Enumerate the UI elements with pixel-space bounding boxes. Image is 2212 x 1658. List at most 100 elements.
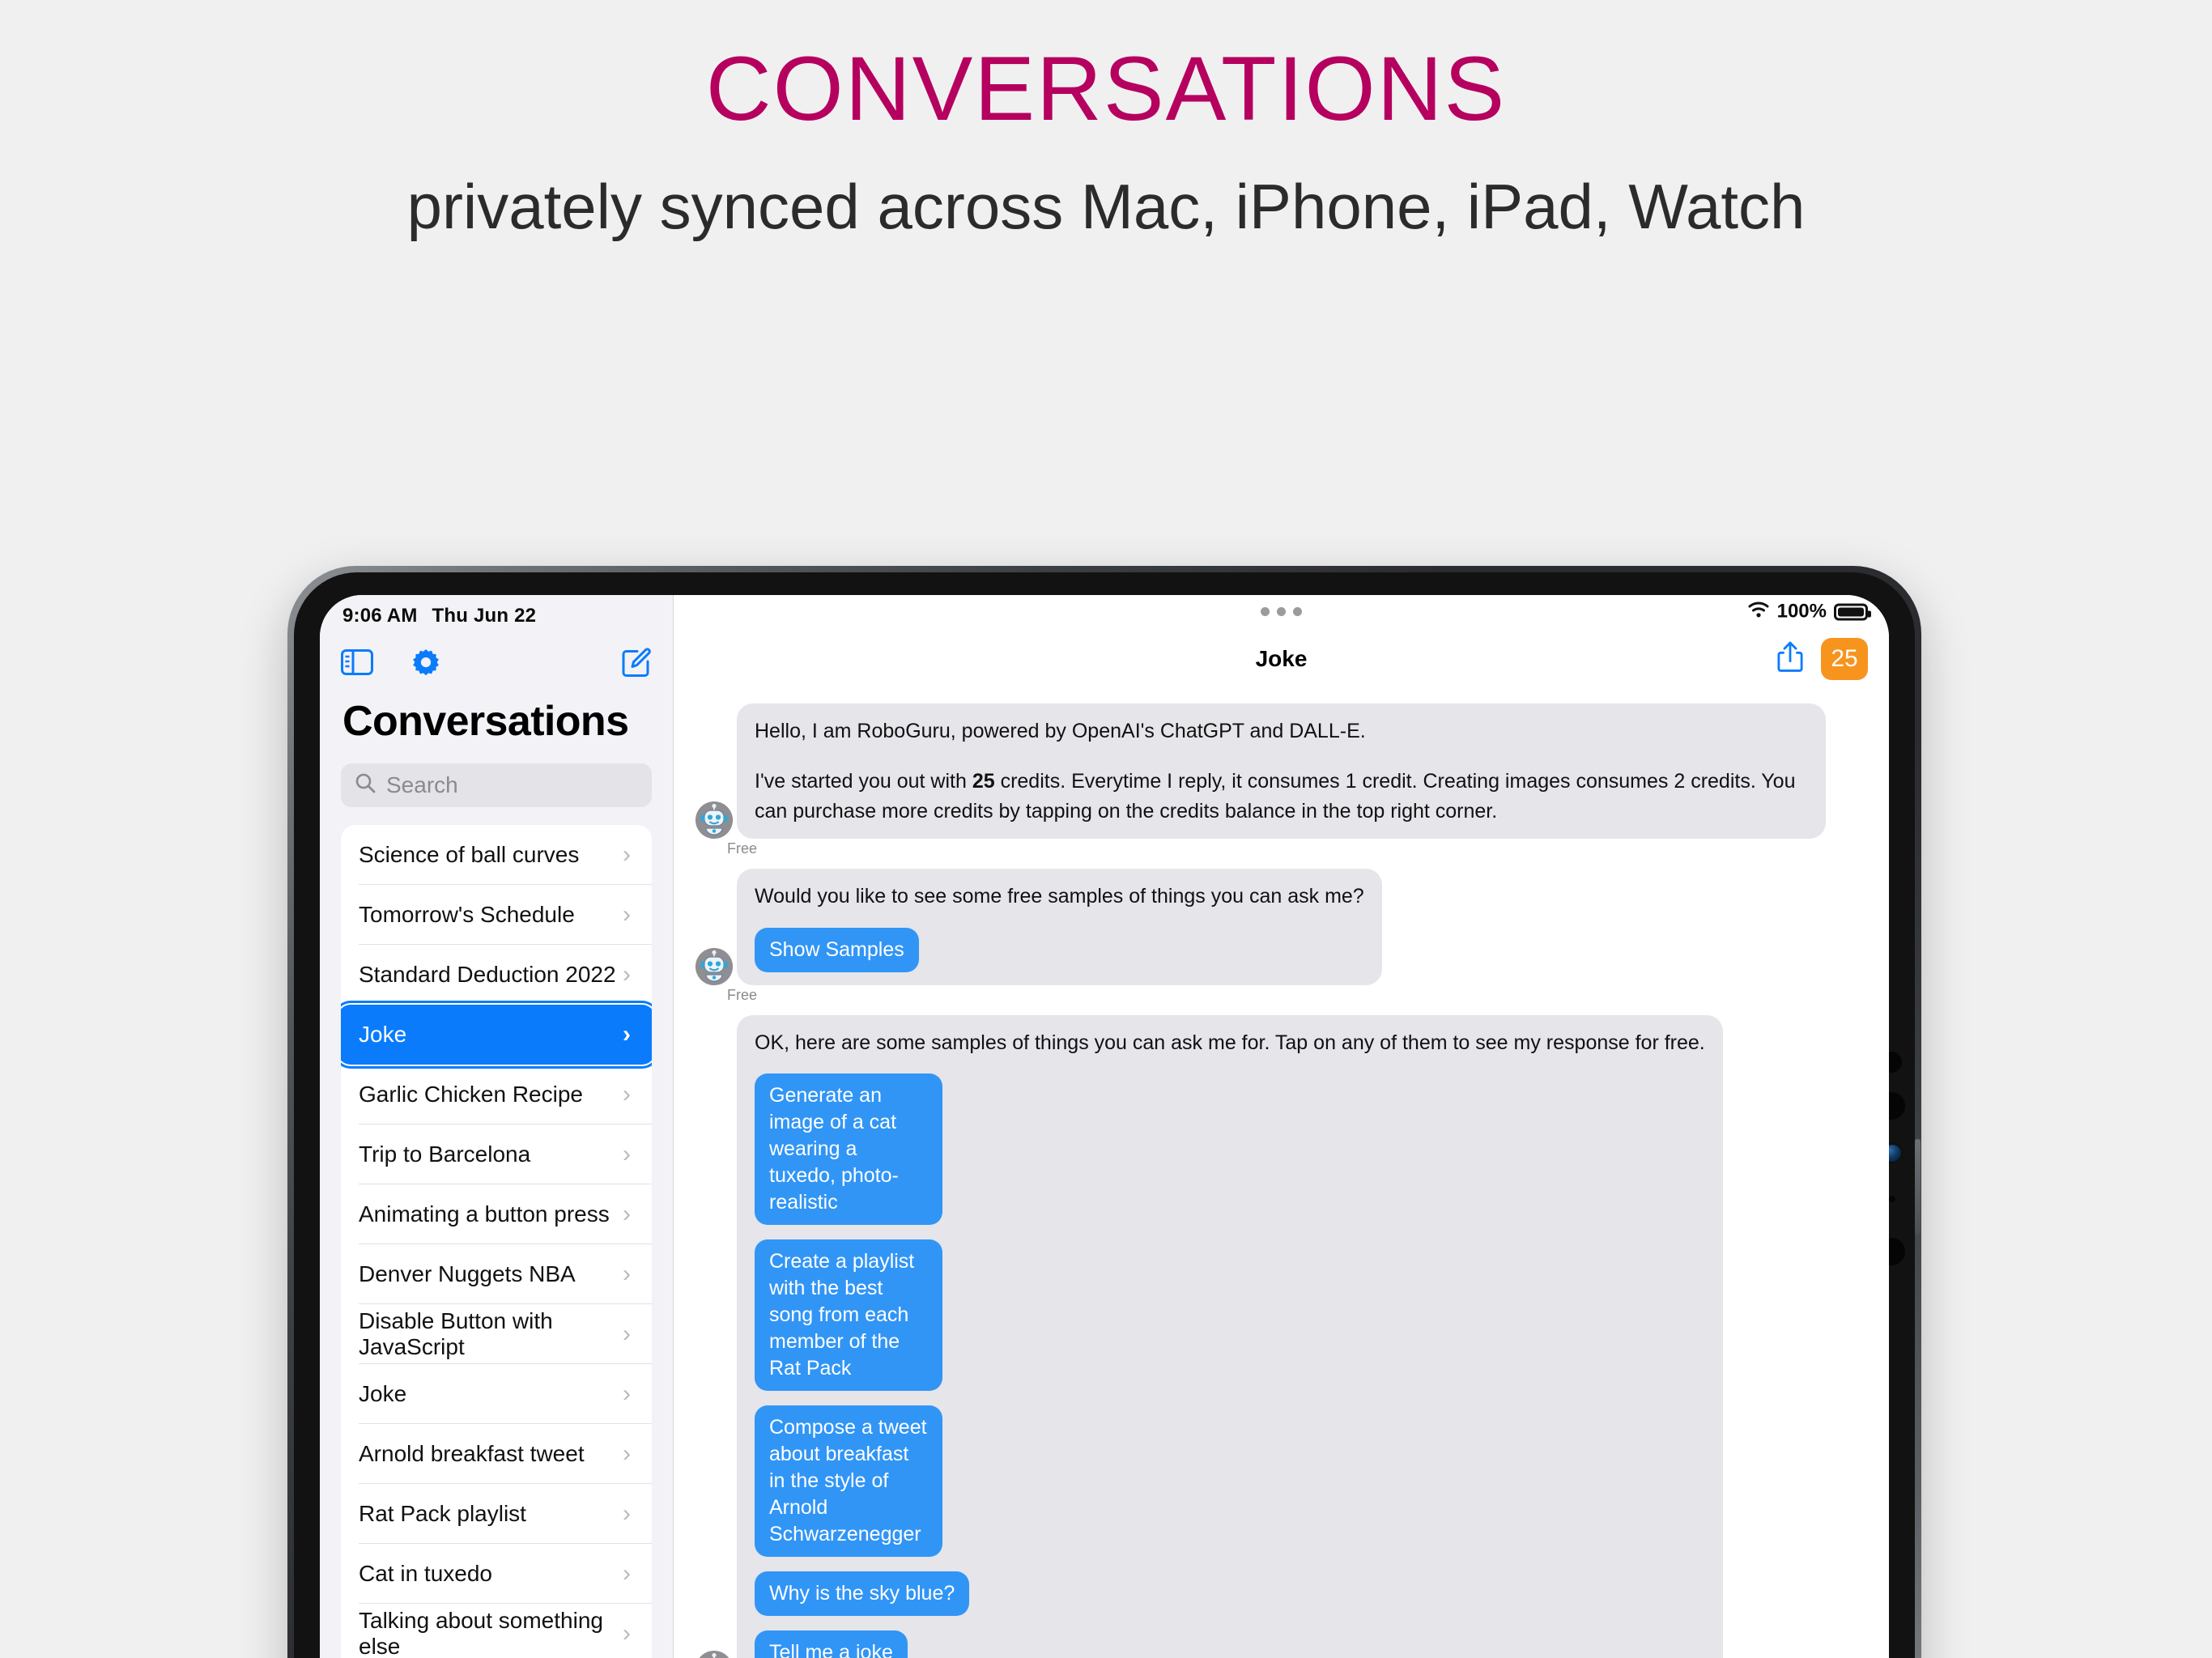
message-group-incoming: Would you like to see some free samples …: [674, 869, 1889, 1004]
conversation-list-item[interactable]: Animating a button press ›: [341, 1184, 652, 1244]
chevron-right-icon: ›: [623, 900, 631, 928]
chevron-right-icon: ›: [623, 1080, 631, 1107]
suggestion-chip-list: Show Samples: [755, 912, 1364, 972]
ipad-screen: 9:06 AM Thu Jun 22 Conversations Search …: [320, 594, 1889, 1658]
conversation-list-item[interactable]: Joke ›: [341, 1007, 652, 1061]
sidebar-title: Conversations: [342, 697, 629, 745]
chevron-right-icon: ›: [623, 840, 631, 868]
suggestion-chip[interactable]: Compose a tweet about breakfast in the s…: [755, 1405, 942, 1558]
chevron-right-icon: ›: [623, 1020, 631, 1048]
battery-percent: 100%: [1776, 600, 1827, 623]
message-group-incoming: Hello, I am RoboGuru, powered by OpenAI'…: [674, 703, 1889, 858]
ipad-bezel: 9:06 AM Thu Jun 22 Conversations Search …: [294, 572, 1921, 1658]
credits-badge[interactable]: 25: [1821, 637, 1868, 680]
conversation-list-item[interactable]: Garlic Chicken Recipe ›: [341, 1065, 652, 1124]
conversation-item-label: Standard Deduction 2022: [359, 961, 616, 987]
message-row-incoming: Would you like to see some free samples …: [674, 869, 1889, 985]
ipad-device-frame: 9:06 AM Thu Jun 22 Conversations Search …: [287, 565, 1921, 1658]
suggestion-chip[interactable]: Why is the sky blue?: [755, 1571, 970, 1617]
conversation-item-label: Garlic Chicken Recipe: [359, 1081, 583, 1107]
avatar-column: [691, 1651, 737, 1658]
conversation-item-label: Talking about something else: [359, 1607, 603, 1658]
message-row-incoming: OK, here are some samples of things you …: [674, 1014, 1889, 1658]
conversation-item-label: Trip to Barcelona: [359, 1141, 531, 1167]
chevron-right-icon: ›: [623, 1499, 631, 1527]
chevron-right-icon: ›: [623, 1140, 631, 1167]
avatar-column: [691, 801, 737, 840]
conversation-list-item[interactable]: Disable Button with JavaScript ›: [341, 1304, 652, 1364]
robot-avatar-icon: [696, 947, 733, 985]
robot-avatar-icon: [696, 1651, 733, 1658]
message-cost-tag: Free: [727, 986, 758, 1003]
bezel-hole-icon: [1889, 1195, 1895, 1202]
message-paragraph: I've started you out with 25 credits. Ev…: [755, 770, 1796, 823]
chevron-right-icon: ›: [623, 1320, 631, 1347]
chat-pane: 100% Joke 25 Hello, I am RoboGuru, power…: [674, 594, 1889, 1658]
avatar-column: [691, 947, 737, 985]
incoming-message-bubble: OK, here are some samples of things you …: [737, 1014, 1723, 1658]
conversation-list-item[interactable]: Rat Pack playlist ›: [341, 1484, 652, 1544]
page-title: CONVERSATIONS: [705, 38, 1507, 139]
chat-header: Joke 25: [674, 629, 1889, 689]
conversation-list-item[interactable]: Tomorrow's Schedule ›: [341, 885, 652, 945]
conversation-item-label: Rat Pack playlist: [359, 1500, 526, 1526]
conversation-list: Science of ball curves › Tomorrow's Schedu…: [341, 824, 652, 1658]
chevron-right-icon: ›: [623, 1439, 631, 1467]
chat-status-bar: 100%: [674, 595, 1889, 629]
message-list: Hello, I am RoboGuru, powered by OpenAI'…: [674, 689, 1889, 1658]
status-time: 9:06 AM: [342, 604, 418, 627]
search-input[interactable]: Search: [341, 763, 652, 807]
sidebar-toolbar: [320, 632, 673, 689]
conversation-item-label: Arnold breakfast tweet: [359, 1440, 585, 1466]
conversation-list-item[interactable]: Talking about something else ›: [341, 1604, 652, 1658]
conversation-list-item[interactable]: Joke ›: [341, 1364, 652, 1424]
robot-avatar-icon: [696, 801, 733, 840]
chat-title: Joke: [1255, 645, 1308, 671]
conversation-item-label: Cat in tuxedo: [359, 1560, 492, 1586]
conversation-item-label: Joke: [359, 1021, 407, 1047]
chevron-right-icon: ›: [623, 1200, 631, 1227]
message-paragraph: OK, here are some samples of things you …: [755, 1031, 1705, 1054]
suggestion-chip[interactable]: Show Samples: [755, 927, 919, 972]
chat-header-actions: 25: [1777, 637, 1868, 680]
conversation-list-item[interactable]: Science of ball curves ›: [341, 825, 652, 885]
chevron-right-icon: ›: [623, 960, 631, 988]
message-row-incoming: Hello, I am RoboGuru, powered by OpenAI'…: [674, 703, 1889, 840]
conversation-item-label: Tomorrow's Schedule: [359, 901, 575, 927]
page-subtitle: privately synced across Mac, iPhone, iPa…: [406, 171, 1806, 243]
chevron-right-icon: ›: [623, 1619, 631, 1647]
suggestion-chip[interactable]: Generate an image of a cat wearing a tux…: [755, 1073, 942, 1226]
conversation-list-item[interactable]: Arnold breakfast tweet ›: [341, 1424, 652, 1484]
compose-icon[interactable]: [621, 647, 652, 678]
conversation-list-item[interactable]: Denver Nuggets NBA ›: [341, 1244, 652, 1304]
conversation-list-item[interactable]: Trip to Barcelona ›: [341, 1124, 652, 1184]
headline-block: CONVERSATIONS privately synced across Ma…: [0, 0, 2212, 244]
status-bar: 9:06 AM Thu Jun 22: [320, 595, 673, 632]
sidebar: 9:06 AM Thu Jun 22 Conversations Search …: [320, 594, 674, 1658]
multitasking-dots-icon[interactable]: [1261, 607, 1302, 617]
conversation-list-item[interactable]: Cat in tuxedo ›: [341, 1544, 652, 1604]
suggestion-chip[interactable]: Create a playlist with the best song fro…: [755, 1239, 942, 1392]
status-right: 100%: [1747, 600, 1871, 623]
conversation-item-label: Denver Nuggets NBA: [359, 1261, 576, 1286]
incoming-message-bubble: Would you like to see some free samples …: [737, 869, 1382, 985]
chevron-right-icon: ›: [623, 1559, 631, 1587]
conversation-item-label: Disable Button with JavaScript: [359, 1307, 553, 1359]
message-paragraph: Hello, I am RoboGuru, powered by OpenAI'…: [755, 719, 1366, 742]
gear-icon[interactable]: [410, 647, 441, 678]
chevron-right-icon: ›: [623, 1260, 631, 1287]
device-stage: 9:06 AM Thu Jun 22 Conversations Search …: [0, 244, 2212, 1658]
conversation-item-label: Animating a button press: [359, 1201, 610, 1226]
battery-icon: [1834, 603, 1871, 621]
status-date: Thu Jun 22: [432, 604, 537, 627]
wifi-icon: [1747, 600, 1770, 623]
suggestion-chip[interactable]: Tell me a joke: [755, 1630, 908, 1658]
suggestion-chip-list: Generate an image of a cat wearing a tux…: [755, 1057, 1705, 1658]
message-paragraph: Would you like to see some free samples …: [755, 885, 1364, 908]
share-icon[interactable]: [1777, 640, 1803, 677]
conversation-list-item[interactable]: Standard Deduction 2022 ›: [341, 945, 652, 1005]
conversation-item-label: Joke: [359, 1380, 407, 1406]
sidebar-toggle-icon[interactable]: [341, 648, 373, 675]
message-cost-tag: Free: [727, 840, 758, 857]
volume-button[interactable]: [1915, 1138, 1921, 1235]
